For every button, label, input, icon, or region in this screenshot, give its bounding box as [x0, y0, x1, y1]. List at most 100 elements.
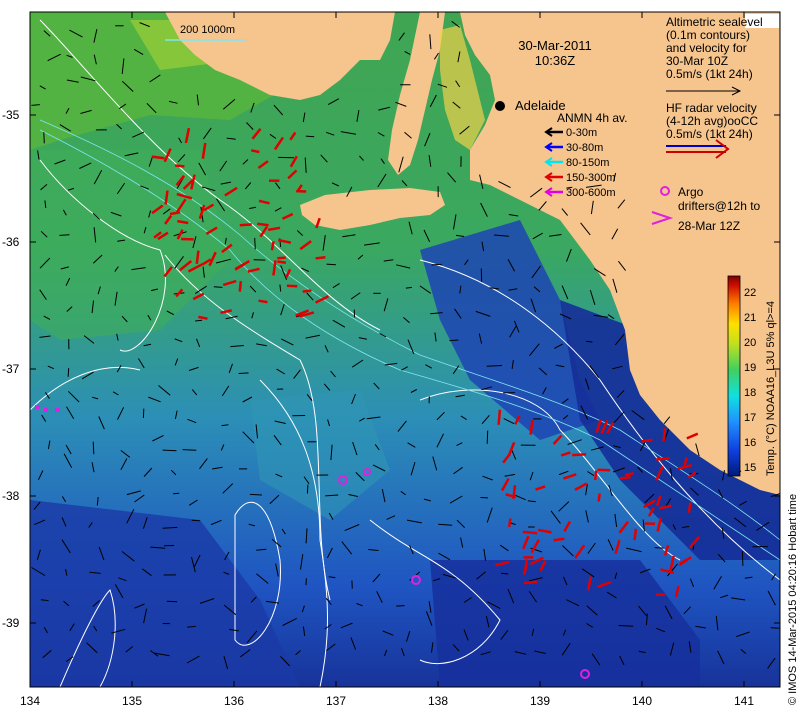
hf-radar-vector	[497, 409, 502, 425]
altimetry-legend-line: and velocity for	[666, 41, 747, 55]
hf-radar-vector	[512, 485, 517, 499]
velocity-vector	[254, 237, 256, 250]
velocity-vector	[431, 263, 442, 266]
hf-radar-vector	[553, 537, 565, 542]
credit-text: © IMOS 14-Mar-2015 04:20:16 Hobart time	[787, 494, 799, 705]
argo-legend-line: 28-Mar 12Z	[678, 219, 740, 233]
hf-radar-vector	[277, 256, 286, 260]
hf-radar-vector	[174, 164, 185, 168]
hf-radar-vector	[522, 530, 538, 535]
velocity-vector	[59, 234, 70, 236]
lon-tick-label: 136	[224, 694, 244, 708]
velocity-vector	[173, 492, 180, 495]
lat-tick-label: -39	[2, 616, 20, 630]
map-time: 10:36Z	[535, 53, 576, 68]
adelaide-marker	[495, 101, 505, 111]
hf-radar-vector	[656, 457, 670, 461]
hf-radar-vector	[641, 438, 653, 443]
anmn-legend-label: 300-600m	[566, 187, 616, 199]
anmn-legend-label: 30-80m	[566, 142, 603, 154]
velocity-vector	[654, 547, 664, 549]
hf-radar-vector	[250, 149, 260, 154]
hf-radar-vector	[507, 518, 512, 528]
hf-radar-vector	[523, 580, 538, 585]
velocity-vector	[618, 625, 634, 627]
velocity-vector	[195, 319, 203, 322]
velocity-vector	[396, 605, 405, 607]
velocity-vector	[486, 430, 489, 444]
lat-tick-label: -36	[2, 235, 20, 249]
colorbar-tick-label: 20	[744, 337, 756, 349]
velocity-vector	[162, 449, 177, 452]
velocity-vector	[191, 519, 201, 522]
lat-tick-label: -35	[2, 108, 20, 122]
colorbar-tick-label: 15	[744, 462, 756, 474]
velocity-vector	[405, 286, 412, 289]
hf-radar-vector	[198, 315, 208, 320]
hf-radar-vector	[286, 284, 298, 288]
velocity-vector	[182, 449, 197, 451]
velocity-vector	[67, 368, 70, 377]
lon-tick-label: 138	[428, 694, 448, 708]
longitude-tick-labels: 134 135 136 137 138 139 140 141	[20, 694, 754, 708]
hf-radar-vector	[239, 223, 252, 227]
isobath-scale-label: 200 1000m	[180, 24, 235, 36]
hf-legend-line: 0.5m/s (1kt 24h)	[666, 127, 753, 141]
velocity-vector	[43, 132, 45, 144]
hf-radar-vector	[597, 493, 601, 502]
argo-legend-line: drifters@12h to	[678, 199, 761, 213]
velocity-vector	[305, 135, 315, 138]
latitude-tick-labels: -35 -36 -37 -38 -39	[2, 108, 20, 630]
hf-legend-line: HF radar velocity	[666, 101, 757, 115]
velocity-vector	[501, 572, 509, 575]
velocity-vector	[326, 263, 336, 266]
velocity-vector	[741, 551, 744, 566]
altimetry-legend-line: Altimetric sealevel	[666, 15, 763, 29]
velocity-vector	[213, 286, 223, 288]
hf-radar-vector	[302, 289, 312, 293]
hf-radar-vector	[315, 255, 326, 260]
lat-tick-label: -37	[2, 362, 20, 376]
altimetry-legend-line: (0.1m contours)	[666, 28, 750, 42]
altimetry-legend-line: 30-Mar 10Z	[666, 54, 728, 68]
colorbar-tick-label: 19	[744, 362, 756, 374]
hf-radar-vector	[572, 453, 587, 457]
lon-tick-label: 134	[20, 694, 40, 708]
colorbar-label: Temp. (°C) NOAA16_L3U 5% ql>=4	[765, 301, 777, 476]
lon-tick-label: 141	[734, 694, 754, 708]
hf-radar-vector	[258, 299, 268, 304]
hf-radar-vector	[683, 457, 688, 466]
hf-legend-line: (4-12h avg)ooCC	[666, 114, 758, 128]
colorbar-tick-label: 17	[744, 412, 756, 424]
velocity-vector	[770, 627, 780, 629]
anmn-legend-label: 150-300m	[566, 172, 616, 184]
hf-radar-vector	[687, 502, 692, 513]
anmn-legend-title: ANMN 4h av.	[557, 111, 627, 125]
velocity-vector	[586, 340, 593, 343]
hf-radar-vector	[151, 155, 165, 160]
argo-legend-line: Argo	[678, 185, 704, 199]
colorbar-tick-label: 22	[744, 287, 756, 299]
velocity-vector	[187, 625, 196, 628]
lat-tick-label: -38	[2, 489, 20, 503]
lon-tick-label: 137	[326, 694, 346, 708]
hf-radar-vector	[277, 260, 287, 264]
hf-radar-vector	[662, 428, 667, 442]
hf-radar-vector	[257, 222, 269, 227]
colorbar-tick-label: 21	[744, 312, 756, 324]
hf-radar-vector	[619, 475, 631, 480]
velocity-vector	[449, 339, 459, 342]
velocity-vector	[238, 372, 249, 374]
hf-radar-vector	[195, 250, 200, 264]
velocity-vector	[166, 600, 178, 603]
ocean-map: Adelaide 134 135 136 137 138 139 140 141…	[2, 11, 799, 708]
colorbar-tick-label: 18	[744, 387, 756, 399]
hf-radar-vector	[169, 211, 181, 216]
velocity-vector	[306, 484, 309, 494]
lon-tick-label: 140	[632, 694, 652, 708]
hf-radar-vector	[633, 528, 638, 541]
colorbar-gradient	[727, 275, 741, 477]
hf-radar-vector	[238, 280, 243, 292]
velocity-vector	[92, 441, 95, 455]
colorbar-tick-label: 16	[744, 437, 756, 449]
